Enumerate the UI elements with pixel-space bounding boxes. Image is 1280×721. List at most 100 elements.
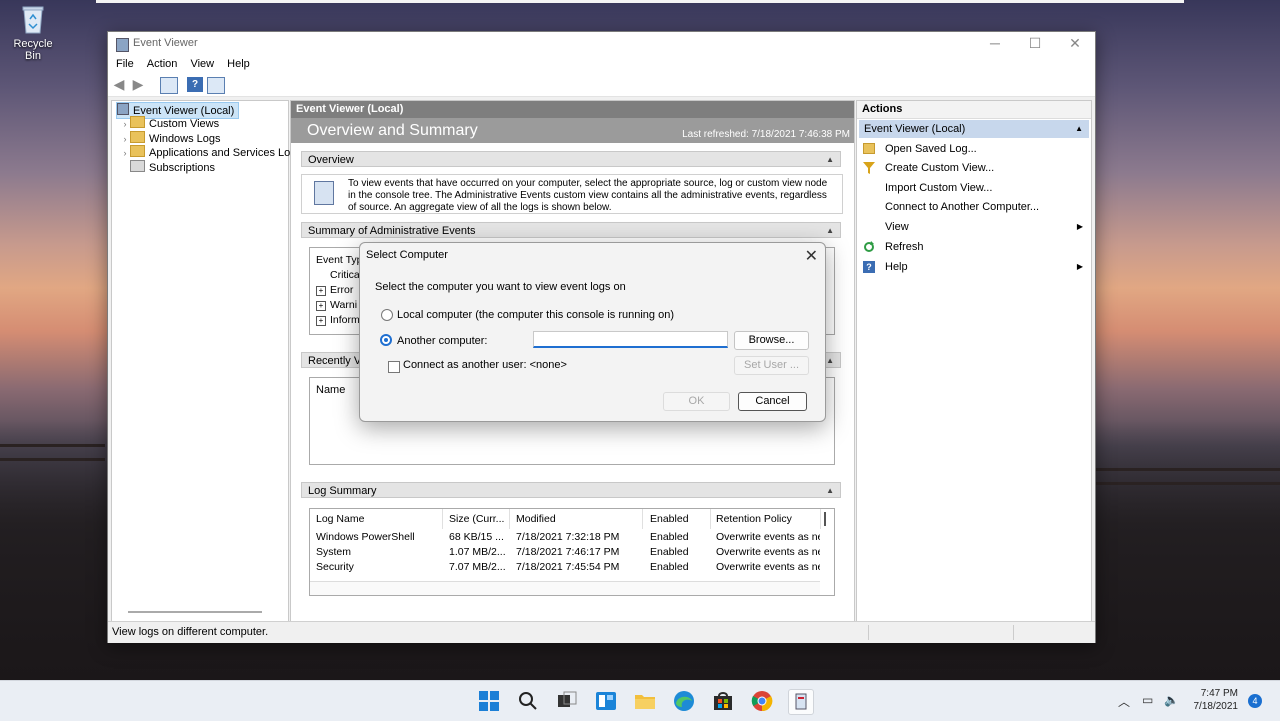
event-viewer-app-icon [116,38,129,52]
chrome-icon[interactable] [750,689,774,713]
tree-item-subscriptions[interactable]: Subscriptions [120,160,215,175]
admin-events-section-header[interactable]: Summary of Administrative Events ▲ [301,222,841,238]
admin-row-information[interactable]: + Inform [316,314,360,326]
set-user-button[interactable]: Set User ... [734,356,809,375]
column-size[interactable]: Size (Curr... [449,509,510,529]
help-icon[interactable]: ? [187,77,203,92]
console-tree: Event Viewer (Local) › Custom Views › Wind… [111,100,290,622]
action-connect-another-computer[interactable]: Connect to Another Computer... [863,198,1085,216]
column-enabled[interactable]: Enabled [650,509,711,529]
log-summary-table: Log Name Size (Curr... Modified Enabled … [309,508,835,596]
column-retention[interactable]: Retention Policy [716,509,821,529]
fence-rail [1096,468,1280,471]
fence-rail [1096,482,1280,485]
action-view[interactable]: View ▶ [863,218,1085,236]
dialog-close-icon[interactable]: ✕ [805,246,818,266]
microsoft-store-icon[interactable] [711,689,735,713]
tree-item-windows-logs[interactable]: › Windows Logs [120,131,221,146]
window-title: Event Viewer [133,37,198,49]
column-modified[interactable]: Modified [516,509,643,529]
chevron-right-icon[interactable]: › [120,146,130,161]
show-hide-console-tree-icon[interactable] [160,77,178,94]
widgets-icon[interactable] [594,689,618,713]
network-icon[interactable]: ▭ [1142,693,1153,707]
admin-row-warning[interactable]: + Warni [316,299,357,311]
table-row[interactable]: Security 7.07 MB/2... 7/18/2021 7:45:54 … [310,560,820,575]
action-help[interactable]: ? Help ▶ [863,258,1085,276]
local-computer-radio[interactable] [381,309,393,321]
collapse-icon[interactable]: ▲ [826,353,834,369]
show-hidden-icons-chevron-icon[interactable]: ︿ [1118,693,1130,710]
cancel-button[interactable]: Cancel [738,392,807,411]
subscriptions-icon [130,160,145,172]
action-import-custom-view[interactable]: Import Custom View... [863,179,1085,197]
ok-button[interactable]: OK [663,392,730,411]
menu-action[interactable]: Action [147,56,184,70]
folder-icon [130,145,145,157]
tree-horizontal-scrollbar[interactable] [128,611,262,613]
folder-icon [130,116,145,128]
last-refreshed: Last refreshed: 7/18/2021 7:46:38 PM [682,129,850,140]
forward-arrow-icon[interactable]: ▶ [130,77,146,92]
action-create-custom-view[interactable]: Create Custom View... [863,159,1085,177]
menu-view[interactable]: View [190,56,220,70]
another-computer-radio[interactable] [380,334,392,346]
event-viewer-taskbar-icon[interactable] [788,689,814,715]
expand-icon[interactable]: + [316,301,326,311]
log-table-horizontal-scrollbar[interactable] [310,581,820,595]
collapse-icon[interactable]: ▲ [826,483,834,499]
minimize-button[interactable]: ─ [975,32,1015,56]
expand-icon[interactable]: + [316,286,326,296]
column-log-name[interactable]: Log Name [316,509,443,529]
tree-item-custom-views[interactable]: › Custom Views [120,116,219,131]
clock[interactable]: 7:47 PM 7/18/2021 [1194,687,1239,713]
tree-item-applications-services[interactable]: › Applications and Services Lo [120,145,290,160]
log-table-vertical-scrollbar[interactable] [824,512,826,526]
select-computer-dialog: Select Computer ✕ Select the computer yo… [359,242,826,422]
close-button[interactable]: ✕ [1055,32,1095,56]
collapse-icon[interactable]: ▲ [1075,120,1083,138]
back-arrow-icon[interactable]: ◀ [111,77,127,92]
folder-icon [130,131,145,143]
log-summary-section-header[interactable]: Log Summary ▲ [301,482,841,498]
another-computer-label[interactable]: Another computer: [397,335,488,347]
maximize-button[interactable]: ☐ [1015,32,1055,56]
admin-row-critical[interactable]: Critica [330,269,360,281]
volume-icon[interactable]: 🔈 [1164,693,1179,707]
collapse-icon[interactable]: ▲ [826,152,834,168]
chevron-right-icon[interactable]: › [120,117,130,132]
menu-file[interactable]: File [116,56,140,70]
dialog-title: Select Computer [366,249,448,261]
clock-date: 7/18/2021 [1193,701,1239,712]
menu-help[interactable]: Help [227,56,256,70]
action-open-saved-log[interactable]: Open Saved Log... [863,140,1085,158]
file-explorer-icon[interactable] [633,689,657,713]
log-table-header: Log Name Size (Curr... Modified Enabled … [310,509,834,529]
fence-rail [0,458,105,461]
title-bar[interactable]: Event Viewer ─ ☐ ✕ [108,32,1095,56]
notification-badge[interactable]: 4 [1248,694,1262,708]
refresh-icon [863,241,875,253]
fence-rail [0,444,105,447]
expand-icon[interactable]: + [316,316,326,326]
start-icon[interactable] [477,689,501,713]
recycle-bin-shortcut[interactable]: Recycle Bin [4,4,62,62]
overview-section-header[interactable]: Overview ▲ [301,151,841,167]
event-viewer-icon [117,103,129,115]
browse-button[interactable]: Browse... [734,331,809,350]
show-hide-action-pane-icon[interactable] [207,77,225,94]
table-row[interactable]: System 1.07 MB/2... 7/18/2021 7:46:17 PM… [310,545,820,560]
action-refresh[interactable]: Refresh [863,238,1085,256]
task-view-icon[interactable] [555,689,579,713]
connect-as-user-label[interactable]: Connect as another user: <none> [403,359,567,371]
admin-row-error[interactable]: + Error [316,284,353,296]
local-computer-label[interactable]: Local computer (the computer this consol… [397,309,674,321]
edge-browser-icon[interactable] [672,689,696,713]
connect-as-user-checkbox[interactable] [388,361,400,373]
table-row[interactable]: Windows PowerShell 68 KB/15 ... 7/18/202… [310,530,820,545]
actions-group-event-viewer[interactable]: Event Viewer (Local) ▲ [859,120,1089,138]
computer-name-input[interactable] [533,331,728,348]
overview-title: Overview and Summary [307,122,478,139]
search-icon[interactable] [516,689,540,713]
collapse-icon[interactable]: ▲ [826,223,834,239]
